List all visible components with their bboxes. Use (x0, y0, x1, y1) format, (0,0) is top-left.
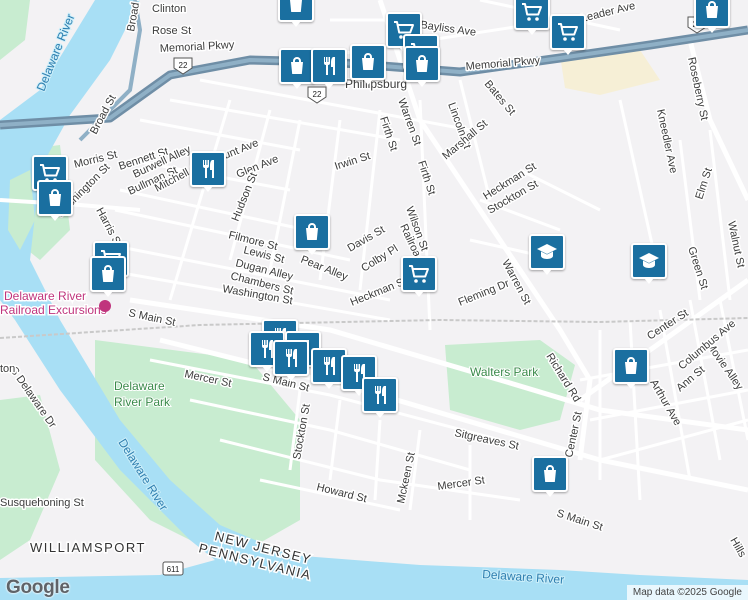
store-marker[interactable] (613, 348, 649, 389)
store-marker[interactable] (294, 214, 330, 255)
route-611-label: 611 (167, 565, 180, 574)
street-label: Leader Ave (580, 0, 637, 25)
street-label: Rose St (152, 25, 191, 37)
route-22-label: 22 (179, 61, 188, 70)
street-label: Howard St (315, 481, 368, 505)
street-label: Morris St (73, 149, 119, 171)
street-label: Firth St (415, 159, 437, 196)
shopping-bag-icon (416, 55, 428, 72)
shopping-bag-icon (306, 223, 318, 240)
route-611-shield: 611 (162, 561, 184, 576)
street-label: Heckman St (349, 275, 409, 309)
shopping-bag-icon (102, 265, 114, 282)
poi-label: Delaware River (4, 289, 86, 303)
poi-label: Railroad Excursions (0, 303, 107, 317)
shopping-bag-icon (706, 1, 718, 18)
restaurant-icon (203, 160, 214, 178)
shopping-bag-icon (290, 0, 302, 12)
shopping-bag-icon (49, 189, 61, 206)
street-label: Susquehoning St (0, 497, 84, 509)
restaurant-marker[interactable] (311, 48, 347, 89)
store-marker[interactable] (279, 48, 315, 89)
street-label: Bates St (482, 78, 518, 118)
school-icon (537, 244, 557, 259)
restaurant-marker[interactable] (273, 340, 309, 381)
street-label: Firth St (377, 115, 399, 152)
park-label: Walters Park (470, 365, 539, 379)
shopping-cart-icon (409, 265, 429, 283)
street-label: Hills (727, 536, 748, 560)
street-label: Clinton (152, 3, 186, 15)
store-marker[interactable] (90, 256, 126, 297)
street-label: S Main St (555, 507, 604, 533)
map-viewport[interactable]: 22 22 22 611 Broad St Clinton Rose St Ba… (0, 0, 748, 600)
map-attribution[interactable]: Map data ©2025 Google (626, 585, 748, 600)
poi-marker[interactable] (99, 300, 111, 312)
restaurant-icon (286, 349, 297, 367)
street-label: Kneedler Ave (654, 108, 679, 174)
restaurant-marker[interactable] (190, 151, 226, 192)
shopping-cart-icon (558, 23, 578, 41)
park-label: Delaware (114, 379, 165, 393)
street-label: Roseberry St (685, 56, 710, 121)
street-label: Fleming Dr (457, 277, 512, 308)
route-22-label: 22 (313, 90, 322, 99)
store-marker[interactable] (532, 456, 568, 497)
town-label: WILLIAMSPORT (30, 540, 146, 555)
street-label: Green St (685, 245, 710, 291)
street-label: Walnut St (725, 220, 747, 269)
street-label: Memorial Pkwy (160, 39, 236, 55)
shopping-bag-icon (625, 357, 637, 374)
google-logo: Google (6, 577, 70, 598)
street-label: Irwin St (333, 150, 372, 173)
street-label: Elm St (693, 166, 714, 201)
school-icon (639, 253, 659, 268)
street-label: S Main St (127, 307, 176, 329)
store-marker[interactable] (404, 46, 440, 87)
restaurant-marker[interactable] (362, 377, 398, 418)
school-marker[interactable] (631, 243, 667, 284)
park-area (0, 0, 30, 60)
park-label: River Park (114, 395, 171, 409)
store-marker[interactable] (514, 0, 550, 35)
restaurant-icon (324, 357, 335, 375)
shopping-bag-icon (362, 53, 374, 70)
map-base-layer: 22 22 22 611 Broad St Clinton Rose St Ba… (0, 0, 748, 600)
store-marker[interactable] (278, 0, 314, 27)
restaurant-icon (375, 386, 386, 404)
railroad (0, 317, 748, 339)
street-label: Ann St (674, 364, 707, 394)
store-marker[interactable] (550, 14, 586, 55)
store-marker[interactable] (694, 0, 730, 33)
shopping-bag-icon (544, 465, 556, 482)
store-marker[interactable] (350, 44, 386, 85)
school-marker[interactable] (529, 234, 565, 275)
shopping-cart-icon (522, 3, 542, 21)
street-label: ton (0, 363, 15, 375)
shopping-bag-icon (291, 57, 303, 74)
store-marker[interactable] (401, 256, 437, 297)
restaurant-icon (324, 57, 335, 75)
store-marker[interactable] (37, 180, 73, 221)
